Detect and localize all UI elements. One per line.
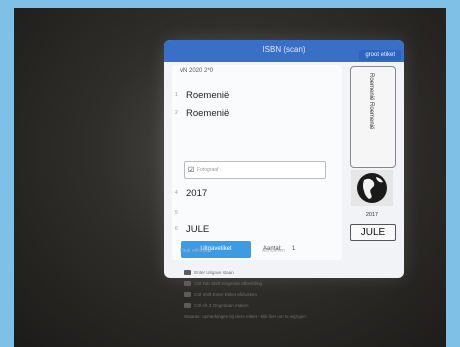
- row-number: 1: [175, 92, 178, 98]
- photographer-label: Fotograaf: [197, 167, 219, 173]
- label-form: vN 2020 2*0 1 Roemenië 2 Roemenië ☑ Foto…: [172, 65, 342, 260]
- shortcut-line-1: Enter Uitgave staan: [184, 270, 234, 275]
- large-label-button[interactable]: groot etiket: [359, 50, 401, 61]
- monitor-screen: ISBN (scan) groot etiket vN 2020 2*0 1 R…: [14, 8, 446, 347]
- quantity-input[interactable]: 1: [292, 246, 295, 252]
- row-number: 5: [175, 210, 178, 216]
- shortcut-line-5: Waarde: opmerkingen bij deze etiket - kl…: [184, 314, 394, 319]
- row-number: 2: [175, 110, 178, 116]
- isbn-label: vN 2020 2*0: [180, 68, 214, 74]
- shortcut-line-3: Ctrl Shift Enter Etiket afdrukken: [184, 292, 257, 297]
- preview-year: 2017: [365, 212, 379, 218]
- label-preview: Roemenië Roemenië 2017 JULE: [350, 66, 396, 266]
- row-number: 4: [175, 190, 178, 196]
- shortcut-text: Ctrl Tab Shift Volgende afbeelding: [194, 281, 262, 286]
- globe-icon: [351, 170, 393, 206]
- print-labels-link[interactable]: Druk etiketten: [180, 248, 211, 254]
- row-value[interactable]: JULE: [186, 224, 209, 235]
- shortcut-line-2: Ctrl Tab Shift Volgende afbeelding: [184, 281, 262, 286]
- dialog-titlebar: ISBN (scan) groot etiket: [164, 40, 404, 62]
- preview-code: JULE: [350, 224, 396, 241]
- shortcut-text: Waarde: opmerkingen bij deze etiket - kl…: [184, 314, 306, 319]
- isbn-scan-dialog: ISBN (scan) groot etiket vN 2020 2*0 1 R…: [164, 40, 404, 278]
- form-row-1[interactable]: 1 Roemenië: [172, 87, 342, 105]
- shortcut-text: Ctrl Alt Z Ongedaan maken: [194, 303, 249, 308]
- row-number: 6: [175, 226, 178, 232]
- form-row-2[interactable]: 2 Roemenië: [172, 105, 342, 123]
- checkbox-icon[interactable]: ☑: [188, 166, 194, 174]
- shortcut-text: Ctrl Shift Enter Etiket afdrukken: [194, 292, 258, 297]
- form-row-4[interactable]: 4 2017: [172, 185, 342, 203]
- spine-text: Roemenië Roemenië: [368, 73, 374, 130]
- row-value[interactable]: Roemenië: [186, 90, 229, 101]
- form-row-6[interactable]: 6 JULE: [172, 221, 342, 239]
- spine-label: Roemenië Roemenië: [350, 66, 396, 168]
- row-value[interactable]: Roemenië: [186, 108, 229, 119]
- shortcut-text: Enter Uitgave staan: [194, 270, 234, 275]
- row-value[interactable]: 2017: [186, 188, 207, 199]
- photographer-field[interactable]: ☑ Fotograaf: [184, 161, 326, 179]
- shortcut-line-4: Ctrl Alt Z Ongedaan maken: [184, 303, 249, 308]
- cancel-link[interactable]: Annuleren: [262, 248, 285, 254]
